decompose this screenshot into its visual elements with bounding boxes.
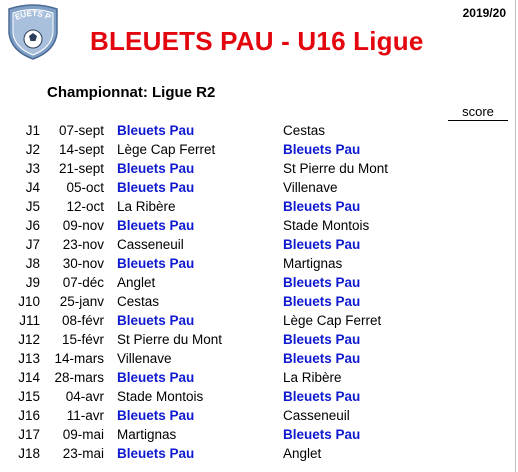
away-team-cell: Bleuets Pau — [283, 332, 361, 347]
away-team-cell: Bleuets Pau — [283, 427, 361, 442]
home-team-cell: Villenave — [117, 351, 172, 366]
date-cell: 12-oct — [66, 199, 104, 214]
fixture-row: J8 30-nov Bleuets Pau Martignas — [0, 254, 518, 273]
date-cell: 23-mai — [62, 446, 104, 461]
home-team-cell: Stade Montois — [117, 389, 204, 404]
home-team-cell: Bleuets Pau — [117, 446, 195, 461]
home-team-cell: Cestas — [117, 294, 160, 309]
home-team-cell: La Ribère — [117, 199, 176, 214]
away-team-cell: Lège Cap Ferret — [283, 313, 382, 328]
away-team-cell: Bleuets Pau — [283, 142, 361, 157]
date-cell: 28-mars — [54, 370, 104, 385]
away-team-cell: La Ribère — [283, 370, 342, 385]
fixture-row: J6 09-nov Bleuets Pau Stade Montois — [0, 216, 518, 235]
away-team-cell: Bleuets Pau — [283, 275, 361, 290]
home-team-cell: Anglet — [117, 275, 156, 290]
fixture-row: J18 23-mai Bleuets Pau Anglet — [0, 444, 518, 463]
fixture-row: J10 25-janv Cestas Bleuets Pau — [0, 292, 518, 311]
date-cell: 07-déc — [62, 275, 104, 290]
date-cell: 11-avr — [66, 408, 104, 423]
fixture-row: J13 14-mars Villenave Bleuets Pau — [0, 349, 518, 368]
fixtures-table: J1 07-sept Bleuets Pau Cestas J2 14-sept Lège … — [0, 121, 518, 463]
club-logo-icon: BLEUETS PAU — [5, 3, 58, 60]
championship-label: Championnat: Ligue R2 — [47, 84, 216, 101]
away-team-cell: Anglet — [283, 446, 322, 461]
away-team-cell: Bleuets Pau — [283, 294, 361, 309]
date-cell: 15-févr — [61, 332, 104, 347]
date-cell: 05-oct — [66, 180, 104, 195]
date-cell: 25-janv — [59, 294, 104, 309]
home-team-cell: Bleuets Pau — [117, 370, 195, 385]
home-team-cell: Casseneuil — [117, 237, 184, 252]
home-team-cell: Bleuets Pau — [117, 218, 195, 233]
score-column-header: score — [448, 104, 508, 121]
home-team-cell: Bleuets Pau — [117, 180, 195, 195]
away-team-cell: Bleuets Pau — [283, 351, 361, 366]
fixture-row: J14 28-mars Bleuets Pau La Ribère — [0, 368, 518, 387]
away-team-cell: Casseneuil — [283, 408, 350, 423]
home-team-cell: Bleuets Pau — [117, 408, 195, 423]
fixture-row: J3 21-sept Bleuets Pau St Pierre du Mont — [0, 159, 518, 178]
home-team-cell: Bleuets Pau — [117, 256, 195, 271]
away-team-cell: Bleuets Pau — [283, 237, 361, 252]
page-title: BLEUETS PAU - U16 Ligue — [90, 26, 424, 56]
home-team-cell: Bleuets Pau — [117, 123, 195, 138]
away-team-cell: Villenave — [283, 180, 338, 195]
home-team-cell: Martignas — [117, 427, 177, 442]
fixture-row: J9 07-déc Anglet Bleuets Pau — [0, 273, 518, 292]
date-cell: 09-mai — [62, 427, 104, 442]
date-cell: 14-mars — [54, 351, 104, 366]
fixture-row: J1 07-sept Bleuets Pau Cestas — [0, 121, 518, 140]
fixture-row: J4 05-oct Bleuets Pau Villenave — [0, 178, 518, 197]
away-team-cell: St Pierre du Mont — [283, 161, 389, 176]
fixture-row: J17 09-mai Martignas Bleuets Pau — [0, 425, 518, 444]
date-cell: 07-sept — [58, 123, 104, 138]
home-team-cell: Lège Cap Ferret — [117, 142, 216, 157]
home-team-cell: Bleuets Pau — [117, 161, 195, 176]
home-team-cell: Bleuets Pau — [117, 313, 195, 328]
fixture-row: J11 08-févr Bleuets Pau Lège Cap Ferret — [0, 311, 518, 330]
date-cell: 30-nov — [62, 256, 104, 271]
away-team-cell: Cestas — [283, 123, 326, 138]
away-team-cell: Stade Montois — [283, 218, 370, 233]
date-cell: 14-sept — [58, 142, 104, 157]
fixture-row: J2 14-sept Lège Cap Ferret Bleuets Pau — [0, 140, 518, 159]
fixture-row: J15 04-avr Stade Montois Bleuets Pau — [0, 387, 518, 406]
away-team-cell: Bleuets Pau — [283, 389, 361, 404]
date-cell: 04-avr — [65, 389, 104, 404]
date-cell: 09-nov — [62, 218, 104, 233]
fixture-row: J5 12-oct La Ribère Bleuets Pau — [0, 197, 518, 216]
date-cell: 21-sept — [58, 161, 104, 176]
away-team-cell: Bleuets Pau — [283, 199, 361, 214]
fixture-row: J7 23-nov Casseneuil Bleuets Pau — [0, 235, 518, 254]
date-cell: 23-nov — [62, 237, 104, 252]
fixture-row: J16 11-avr Bleuets Pau Casseneuil — [0, 406, 518, 425]
season-label: 2019/20 — [462, 6, 506, 20]
fixture-row: J12 15-févr St Pierre du Mont Bleuets Pau — [0, 330, 518, 349]
home-team-cell: St Pierre du Mont — [117, 332, 223, 347]
away-team-cell: Martignas — [283, 256, 343, 271]
date-cell: 08-févr — [61, 313, 104, 328]
